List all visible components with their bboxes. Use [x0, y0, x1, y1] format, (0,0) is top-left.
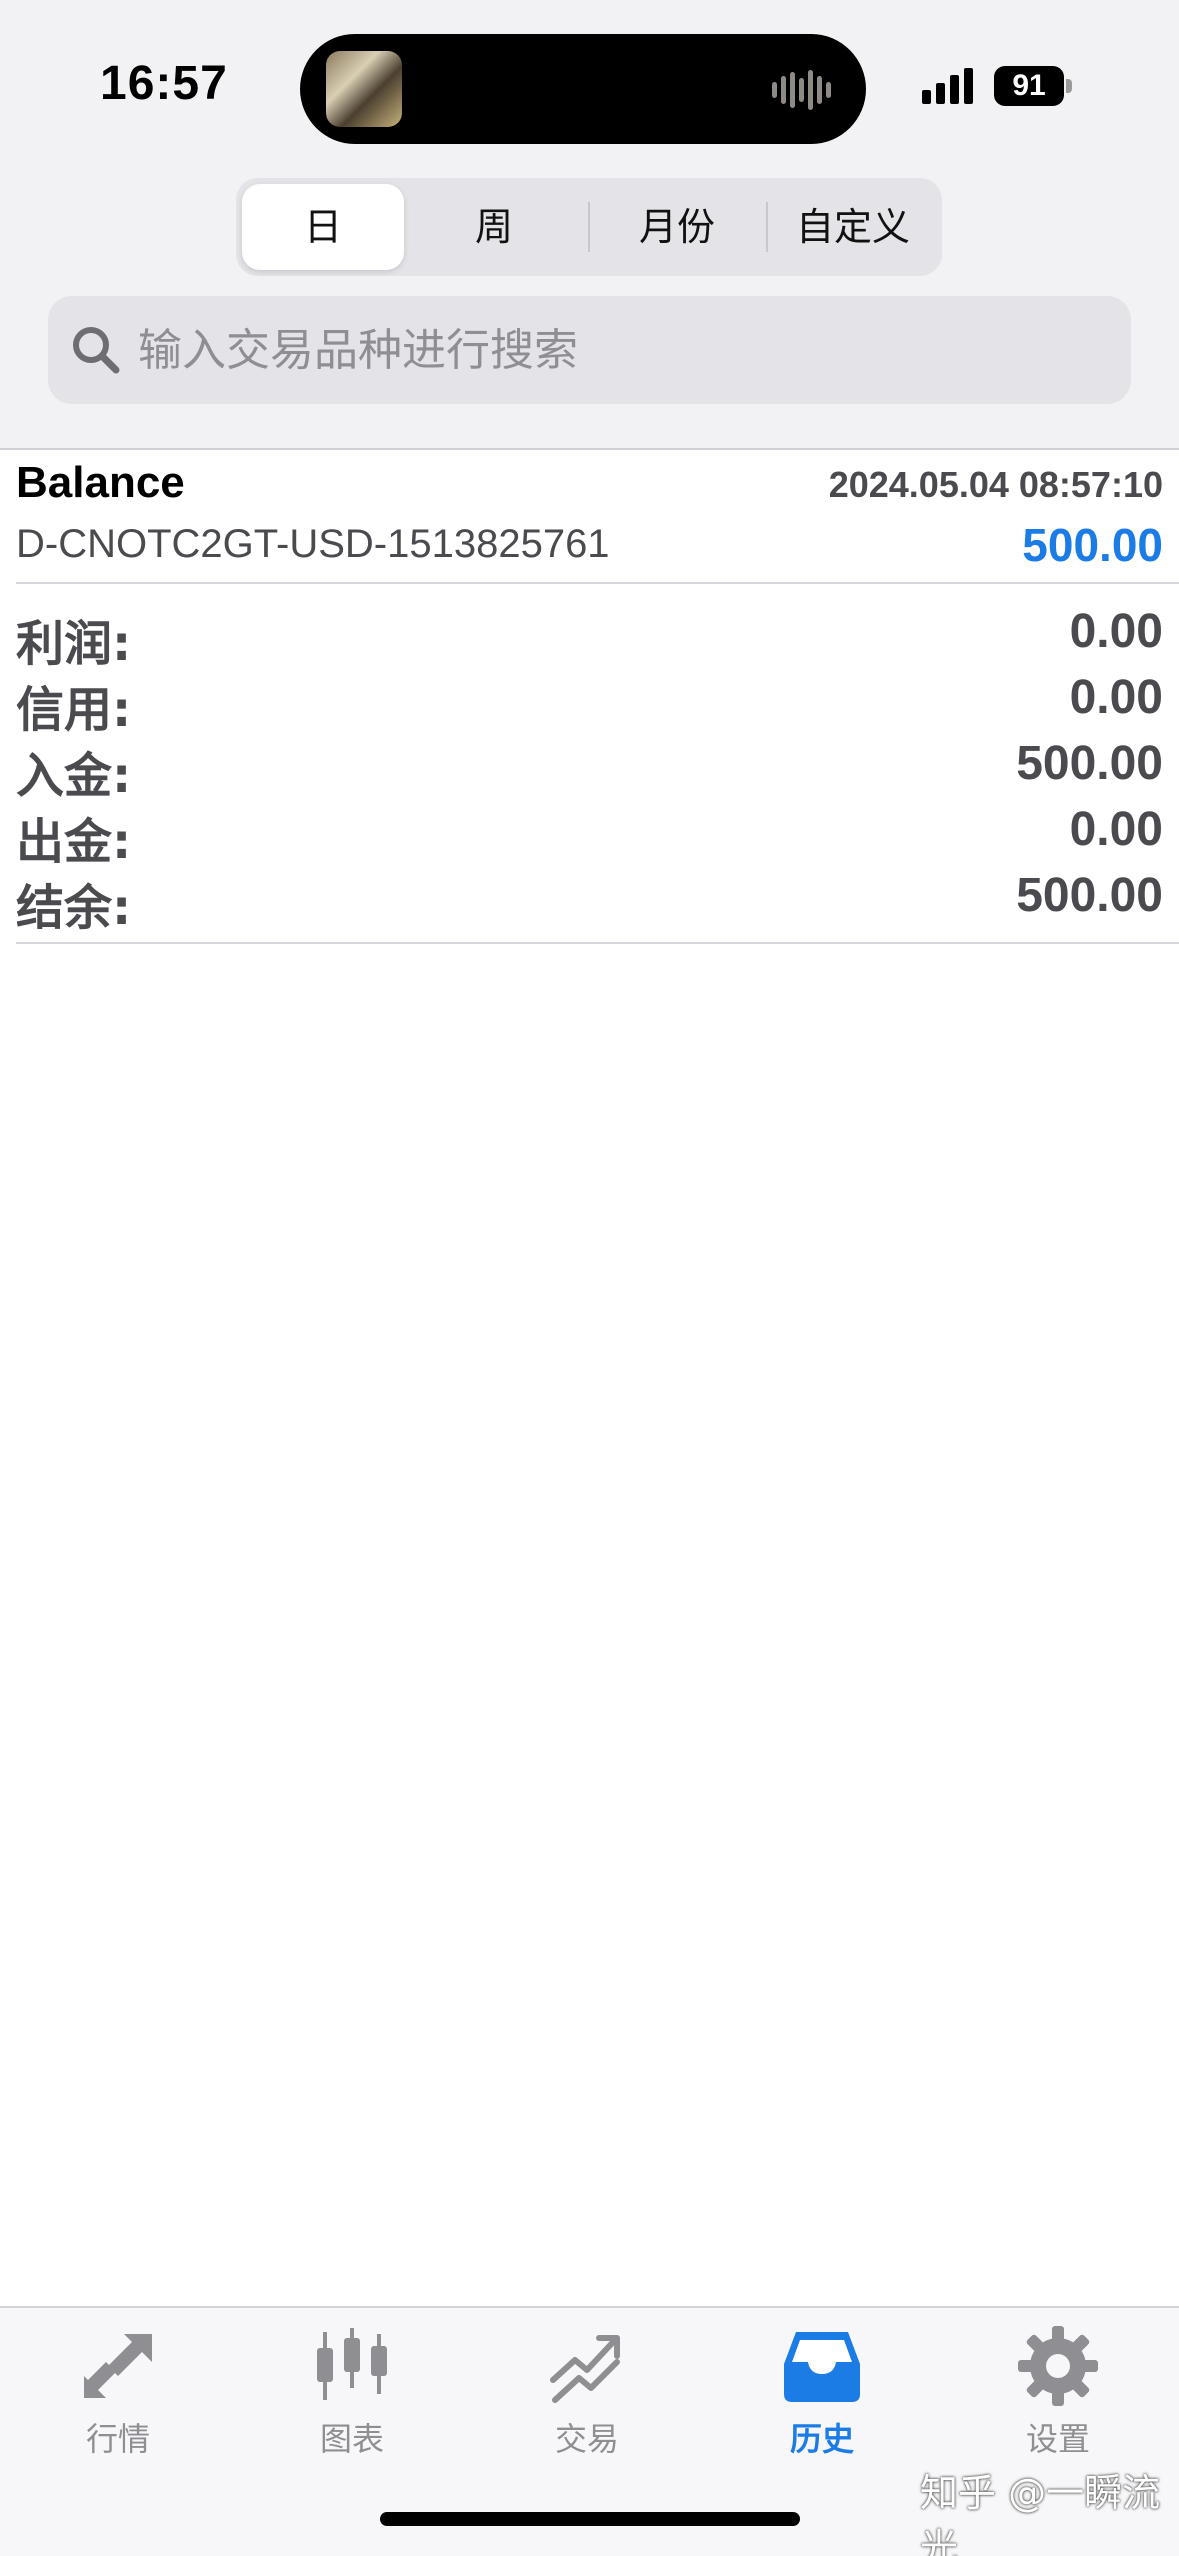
header-divider [0, 448, 1179, 450]
entry-divider [16, 582, 1179, 584]
status-time: 16:57 [100, 57, 228, 110]
period-tab-custom[interactable]: 自定义 [770, 184, 936, 270]
tab-charts-label: 图表 [319, 2420, 384, 2458]
period-tab-week[interactable]: 周 [414, 184, 574, 270]
summary-label-balance: 结余: [16, 880, 132, 936]
search-bar[interactable] [48, 296, 1131, 404]
candlestick-icon [317, 2328, 387, 2400]
now-playing-artwork [326, 51, 402, 127]
tab-quotes[interactable]: 行情 [28, 2324, 208, 2474]
audio-wave-icon [772, 70, 831, 110]
period-tab-day[interactable]: 日 [242, 184, 404, 270]
tab-quotes-label: 行情 [85, 2420, 150, 2458]
period-tab-month[interactable]: 月份 [592, 184, 762, 270]
search-input[interactable] [138, 296, 1098, 404]
tab-trade[interactable]: 交易 [497, 2324, 677, 2474]
entry-account: D-CNOTC2GT-USD-1513825761 [16, 522, 610, 566]
gear-icon [1018, 2326, 1098, 2406]
segment-divider [588, 202, 590, 252]
entry-datetime: 2024.05.04 08:57:10 [828, 464, 1163, 505]
home-indicator[interactable] [380, 2512, 800, 2526]
summary-value-credit: 0.00 [1069, 671, 1163, 724]
summary-label-profit: 利润: [16, 616, 132, 672]
summary-value-deposit: 500.00 [1016, 737, 1163, 790]
tab-charts[interactable]: 图表 [262, 2324, 442, 2474]
summary-label-deposit: 入金: [16, 748, 132, 804]
tab-history-label: 历史 [789, 2420, 854, 2458]
summary-value-profit: 0.00 [1069, 605, 1163, 658]
summary-label-withdrawal: 出金: [16, 814, 132, 870]
summary-value-balance: 500.00 [1016, 869, 1163, 922]
tab-settings-label: 设置 [1025, 2420, 1090, 2458]
trade-trend-icon [550, 2335, 620, 2403]
tab-history[interactable]: 历史 [732, 2324, 912, 2474]
summary-value-withdrawal: 0.00 [1069, 803, 1163, 856]
search-icon [73, 327, 120, 374]
watermark: 知乎 @一瞬流光 [920, 2471, 1161, 2556]
battery-tip [1066, 79, 1072, 93]
dynamic-island [300, 34, 866, 144]
summary-label-credit: 信用: [16, 682, 132, 738]
cellular-signal-icon [922, 68, 973, 104]
battery-level: 91 [994, 66, 1064, 106]
segment-divider [766, 202, 768, 252]
entry-amount: 500.00 [1022, 519, 1163, 571]
quotes-arrows-icon [84, 2334, 152, 2398]
summary-divider [16, 942, 1179, 944]
battery-indicator: 91 [994, 66, 1074, 106]
entry-type: Balance [16, 458, 185, 507]
period-segmented-control: 日 周 月份 自定义 [236, 178, 942, 276]
tab-trade-label: 交易 [554, 2420, 619, 2458]
inbox-tray-icon [784, 2332, 860, 2402]
tab-settings[interactable]: 设置 [968, 2324, 1148, 2474]
